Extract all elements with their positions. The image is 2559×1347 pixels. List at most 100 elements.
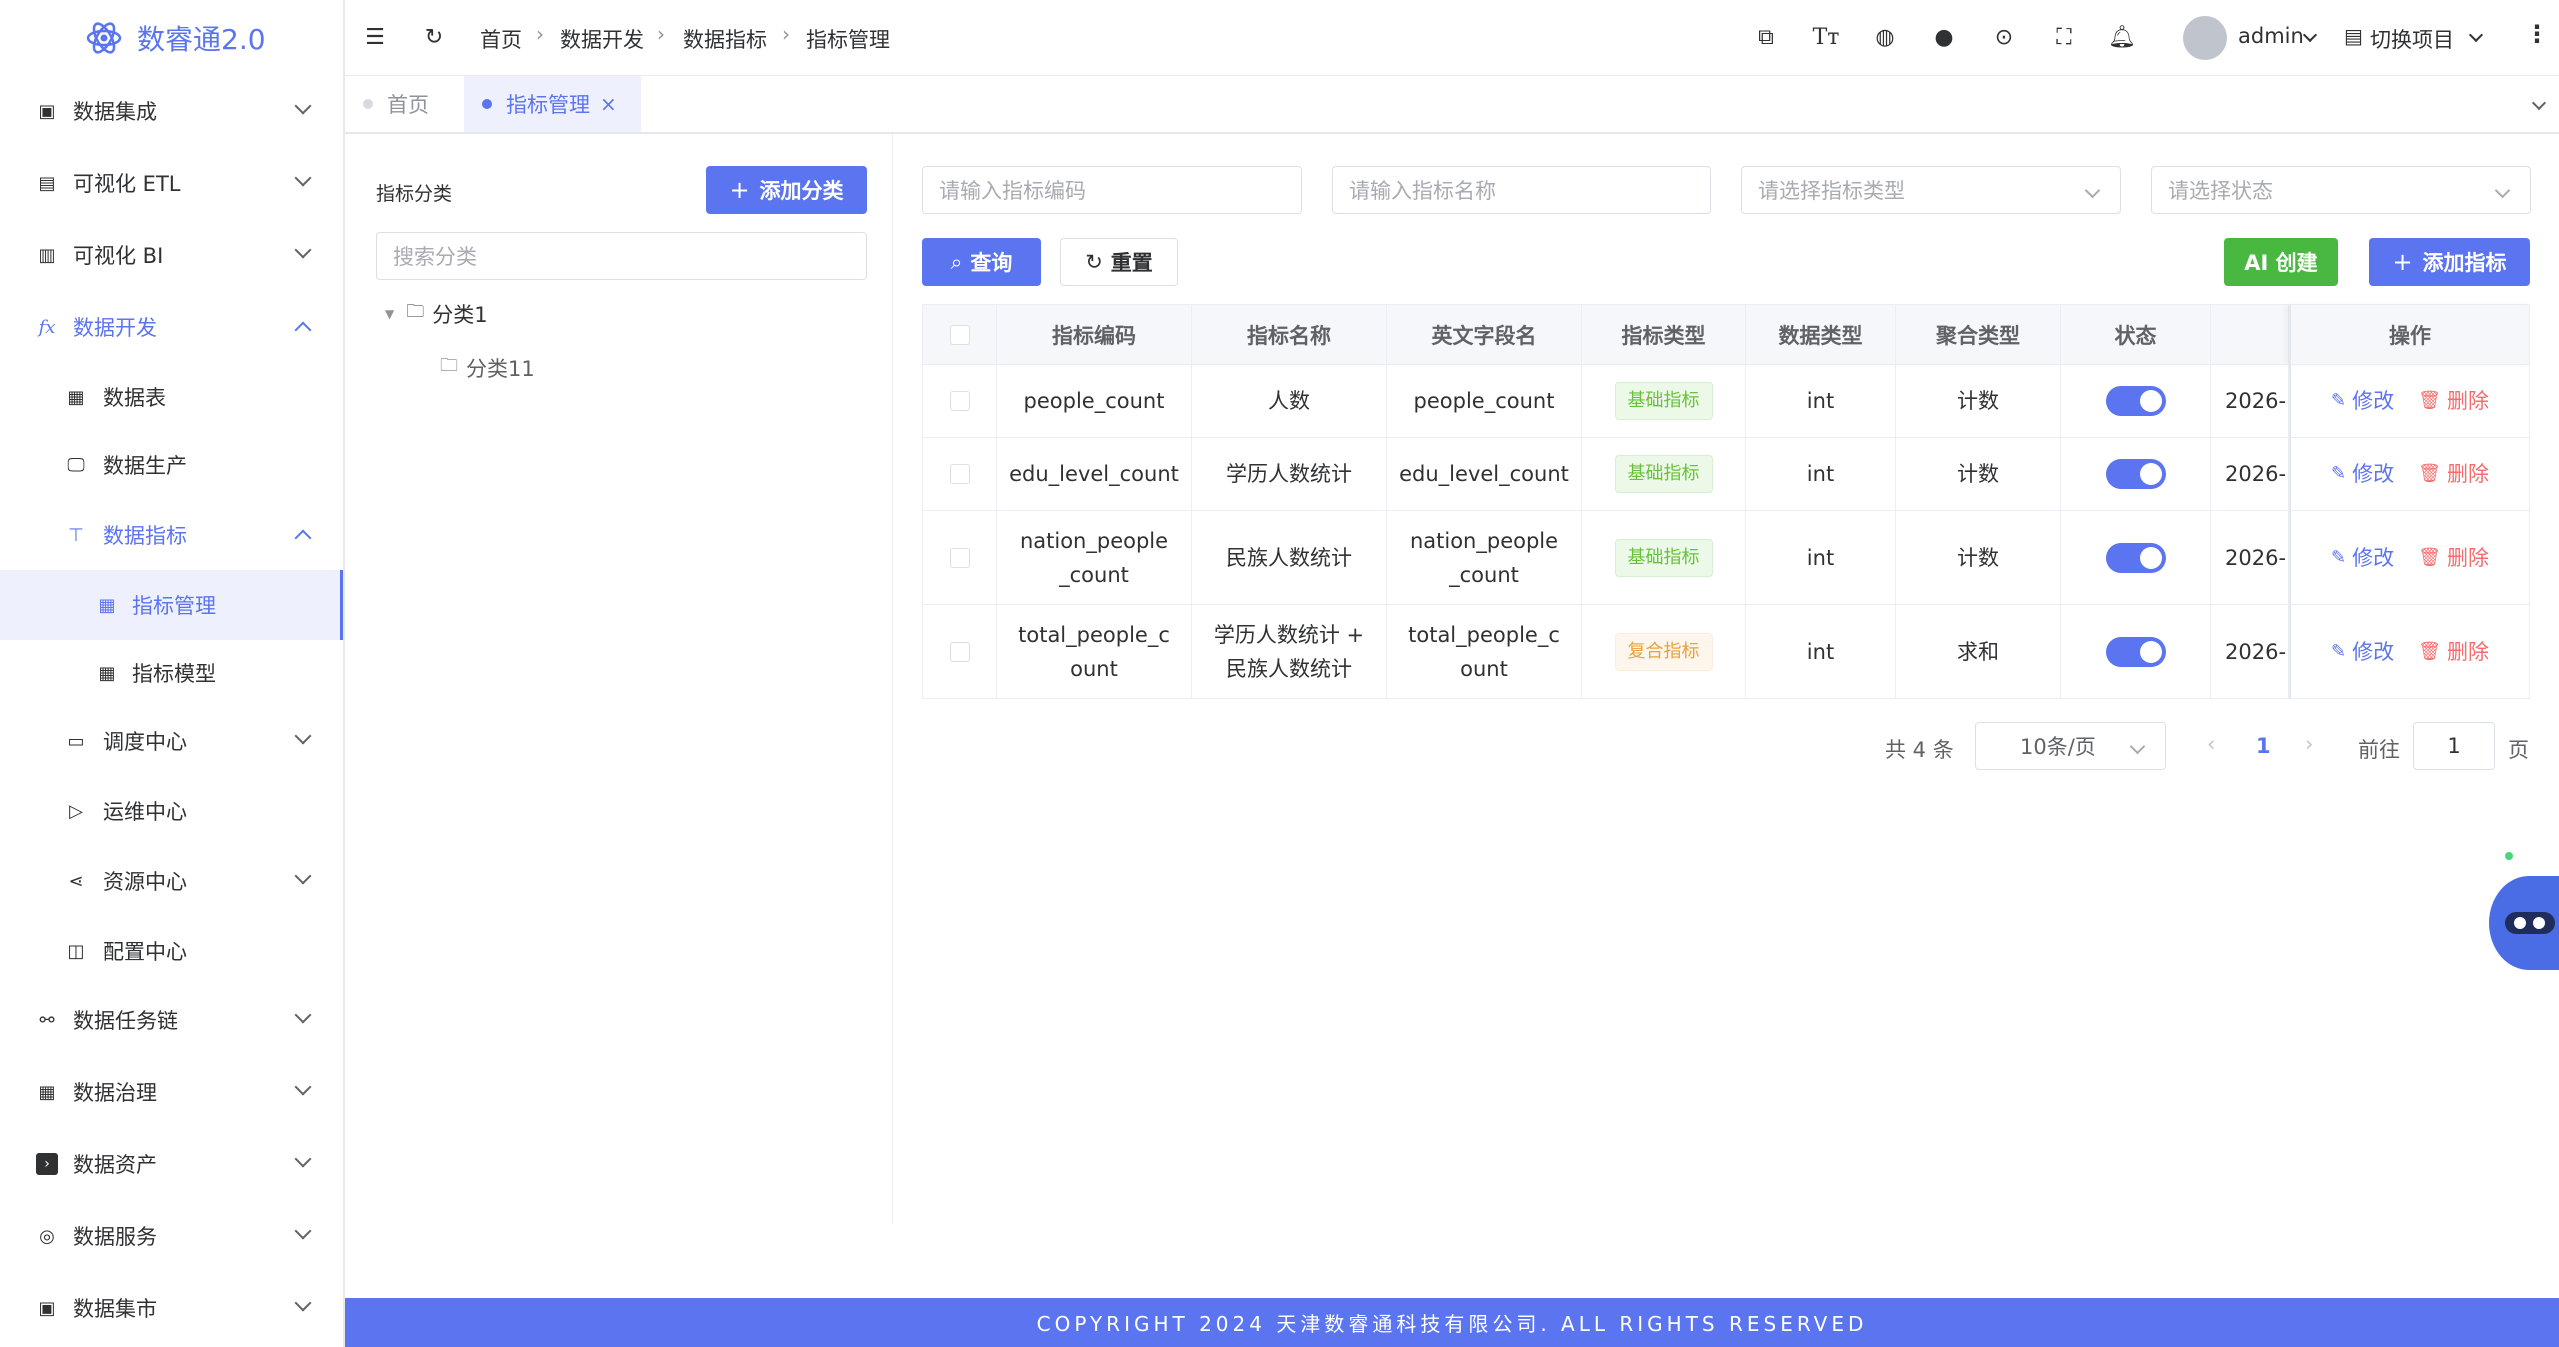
row-checkbox[interactable] [949, 641, 970, 662]
row-checkbox[interactable] [949, 547, 970, 568]
delete-button[interactable]: 🗑︎ 删除 [2418, 635, 2489, 669]
cell-agg: 计数 [1896, 365, 2061, 438]
delete-button[interactable]: 🗑︎ 删除 [2418, 457, 2489, 491]
caret-down-icon[interactable]: ▼ [385, 307, 394, 321]
metric-type-select[interactable]: 请选择指标类型 [1741, 166, 2121, 214]
next-page-icon[interactable]: › [2305, 732, 2313, 756]
project-icon: ▤ [2344, 24, 2363, 48]
image-search-icon[interactable]: ⧉ [1751, 22, 1781, 52]
sidebar-item-metric-model[interactable]: ▦ 指标模型 [0, 638, 343, 708]
column-header[interactable]: 指标类型 [1582, 305, 1746, 365]
status-toggle[interactable] [2105, 386, 2166, 416]
status-toggle[interactable] [2105, 636, 2166, 667]
sidebar-item-assets[interactable]: › 数据资产 [0, 1129, 343, 1199]
sidebar-item-data-metrics[interactable]: ⊤ 数据指标 [0, 500, 343, 570]
page-size-select[interactable]: 10条/页 [1975, 722, 2166, 770]
bell-icon[interactable]: 🔔︎ [2107, 22, 2137, 52]
chevron-down-icon[interactable] [2302, 27, 2318, 43]
sidebar-item-market[interactable]: ▣ 数据集市 [0, 1273, 343, 1343]
sidebar: 数睿通2.0 ▣ 数据集成 ▤ 可视化 ETL ▥ 可视化 BI fx 数据开发… [0, 0, 345, 1347]
cell-status [2061, 365, 2211, 438]
sidebar-item-governance[interactable]: ▦ 数据治理 [0, 1057, 343, 1127]
page-number-current[interactable]: 1 [2256, 734, 2271, 758]
sidebar-item-data-table[interactable]: ▦ 数据表 [0, 362, 343, 432]
column-header[interactable]: 指标编码 [997, 305, 1192, 365]
font-size-icon[interactable]: Tт [1811, 22, 1841, 52]
sidebar-item-config[interactable]: ◫ 配置中心 [0, 916, 343, 986]
sidebar-item-metric-management[interactable]: ▦ 指标管理 [0, 570, 343, 640]
status-toggle[interactable] [2105, 542, 2166, 573]
sidebar-item-data-dev[interactable]: fx 数据开发 [0, 292, 343, 362]
metric-name-input[interactable]: 请输入指标名称 [1332, 166, 1711, 214]
sidebar-item-resources[interactable]: ⋖ 资源中心 [0, 846, 343, 916]
prev-page-icon[interactable]: ‹ [2207, 732, 2215, 756]
add-metric-button[interactable]: + 添加指标 [2369, 238, 2530, 286]
tree-node-category11[interactable]: 🗀 分类11 [440, 348, 535, 388]
breadcrumb-item[interactable]: 首页 [480, 24, 522, 54]
goto-page-input[interactable]: 1 [2413, 722, 2495, 770]
column-header[interactable]: 状态 [2061, 305, 2211, 365]
app-logo[interactable]: 数睿通2.0 [85, 18, 266, 58]
reset-button[interactable]: ↻ 重置 [1060, 238, 1178, 286]
metric-code-input[interactable]: 请输入指标编码 [922, 166, 1302, 214]
refresh-icon[interactable]: ↻ [419, 22, 449, 52]
delete-label: 删除 [2446, 389, 2489, 413]
switch-project[interactable]: 切换项目 [2370, 24, 2454, 54]
sidebar-item-services[interactable]: ◎ 数据服务 [0, 1201, 343, 1271]
category-search-input[interactable]: 搜索分类 [376, 232, 867, 280]
more-vertical-icon[interactable]: ⋮ [2525, 20, 2549, 48]
column-header[interactable]: 数据类型 [1746, 305, 1896, 365]
grid-table-icon: ▦ [38, 1081, 56, 1103]
delete-button[interactable]: 🗑︎ 删除 [2418, 541, 2489, 575]
avatar[interactable] [2183, 16, 2227, 60]
tree-node-category1[interactable]: ▼ 🗀 分类1 [385, 294, 488, 334]
delete-button[interactable]: 🗑︎ 删除 [2418, 384, 2489, 418]
delete-label: 删除 [2446, 462, 2489, 486]
chevron-up-icon [294, 529, 312, 547]
github-icon[interactable]: ● [1929, 22, 1959, 52]
edit-button[interactable]: ✎ 修改 [2331, 457, 2394, 491]
edit-button[interactable]: ✎ 修改 [2331, 635, 2394, 669]
sidebar-item-data-integration[interactable]: ▣ 数据集成 [0, 76, 343, 146]
fullscreen-icon[interactable]: ⛶ [2049, 22, 2079, 52]
language-globe-icon[interactable]: ◍ [1870, 22, 1900, 52]
breadcrumb-item[interactable]: 数据开发 [560, 24, 644, 54]
gitee-icon[interactable]: ⊙ [1989, 22, 2019, 52]
column-header[interactable]: 英文字段名 [1387, 305, 1582, 365]
sidebar-item-bi[interactable]: ▥ 可视化 BI [0, 220, 343, 290]
edit-button[interactable]: ✎ 修改 [2331, 541, 2394, 575]
column-header[interactable] [2211, 305, 2289, 365]
cell-actions: ✎ 修改 🗑︎ 删除 [2289, 511, 2530, 605]
query-button[interactable]: ⌕ 查询 [922, 238, 1041, 286]
row-checkbox[interactable] [949, 391, 970, 411]
sidebar-item-label: 数据表 [103, 386, 166, 410]
status-toggle[interactable] [2105, 459, 2166, 489]
robot-assistant-icon[interactable] [2489, 876, 2559, 970]
user-name[interactable]: admin [2238, 24, 2304, 48]
select-all-checkbox[interactable] [949, 324, 970, 345]
column-header[interactable]: 指标名称 [1192, 305, 1387, 365]
sidebar-item-etl[interactable]: ▤ 可视化 ETL [0, 148, 343, 218]
tab-metric-management[interactable]: 指标管理 × [464, 76, 641, 132]
chevron-down-icon [294, 727, 312, 745]
chevron-down-icon [294, 241, 312, 259]
edit-button[interactable]: ✎ 修改 [2331, 384, 2394, 418]
sidebar-item-data-production[interactable]: 🖵 数据生产 [0, 430, 343, 500]
column-header[interactable]: 聚合类型 [1896, 305, 2061, 365]
sidebar-item-scheduling[interactable]: ▭ 调度中心 [0, 706, 343, 776]
close-icon[interactable]: × [600, 92, 617, 116]
breadcrumb-item[interactable]: 数据指标 [683, 24, 767, 54]
tab-home[interactable]: 首页 [345, 76, 447, 132]
tree-node-label: 分类1 [432, 303, 488, 327]
chevron-down-icon[interactable] [2468, 27, 2484, 43]
cell-type: 基础指标 [1582, 438, 1746, 511]
ai-create-button[interactable]: AI 创建 [2224, 238, 2338, 286]
tabs-dropdown-chevron-icon[interactable] [2531, 95, 2547, 111]
sidebar-item-task-chain[interactable]: ⚯ 数据任务链 [0, 985, 343, 1055]
collapse-menu-icon[interactable]: ☰ [360, 22, 390, 52]
add-category-button[interactable]: + 添加分类 [706, 166, 867, 214]
row-checkbox[interactable] [949, 464, 970, 484]
sidebar-item-ops[interactable]: ▷ 运维中心 [0, 776, 343, 846]
status-select[interactable]: 请选择状态 [2151, 166, 2531, 214]
tree-node-label: 分类11 [466, 357, 535, 381]
